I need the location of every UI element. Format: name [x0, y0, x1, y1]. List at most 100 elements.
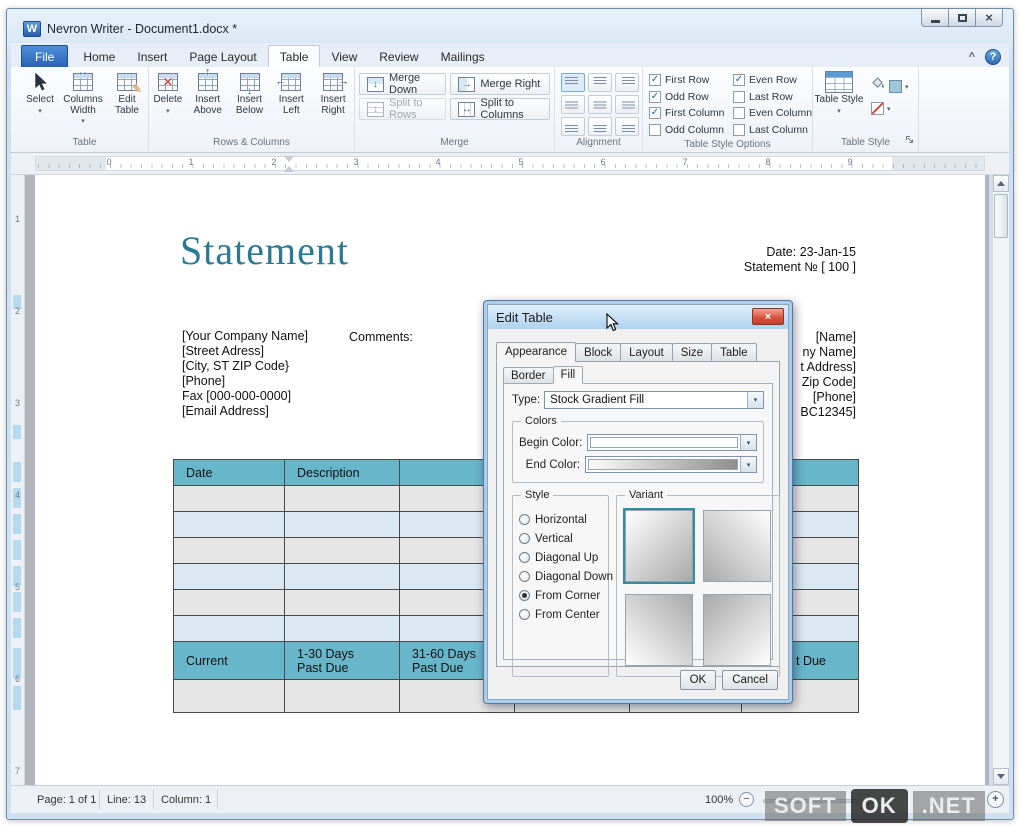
align-middle-center-button[interactable] — [588, 95, 612, 114]
checkbox-first-column[interactable]: ✓ First Column — [649, 105, 729, 122]
close-button[interactable]: × — [975, 9, 1003, 27]
tab-view[interactable]: View — [320, 46, 368, 67]
minimize-icon — [930, 19, 940, 23]
vertical-scrollbar[interactable] — [992, 175, 1009, 785]
ruler-number: 4 — [435, 157, 441, 167]
scrollbar-thumb[interactable] — [994, 194, 1008, 238]
align-middle-right-button[interactable] — [615, 95, 639, 114]
radio-diagonal-up[interactable]: Diagonal Up — [519, 548, 602, 567]
tab-page-layout[interactable]: Page Layout — [178, 46, 267, 67]
cancel-button[interactable]: Cancel — [722, 670, 778, 690]
radio-diagonal-down[interactable]: Diagonal Down — [519, 567, 613, 586]
chevron-down-icon[interactable]: ▾ — [747, 392, 763, 408]
table-style-dialog-launcher[interactable] — [905, 132, 915, 150]
chevron-down-icon[interactable]: ▾ — [740, 457, 756, 472]
align-bottom-left-button[interactable] — [561, 117, 585, 136]
zoom-out-button[interactable]: − — [739, 792, 754, 807]
insert-right-button[interactable]: → Insert Right — [312, 67, 354, 136]
checkbox-icon: ✓ — [649, 107, 661, 120]
vertical-ruler[interactable]: 1 2 3 4 5 6 7 — [11, 175, 25, 785]
no-border-button[interactable]: ▾ — [871, 102, 909, 115]
maximize-button[interactable] — [948, 9, 976, 27]
ribbon-group-merge: ↓ Merge Down → Merge Right ↕ Split to Ro… — [355, 67, 555, 152]
align-bottom-right-button[interactable] — [615, 117, 639, 136]
scroll-up-button[interactable] — [993, 175, 1009, 192]
checkbox-last-column[interactable]: Last Column — [733, 122, 817, 139]
subtab-border[interactable]: Border — [503, 367, 554, 384]
radio-from-center[interactable]: From Center — [519, 605, 602, 624]
dialog-subtab-strip: Border Fill — [503, 366, 584, 384]
variant-swatch-2[interactable] — [703, 510, 771, 582]
dropdown-icon: ▾ — [38, 107, 42, 115]
radio-vertical[interactable]: Vertical — [519, 529, 602, 548]
help-button[interactable]: ? — [985, 49, 1001, 65]
align-bottom-center-button[interactable] — [588, 117, 612, 136]
checkbox-even-row[interactable]: ✓ Even Row — [733, 72, 817, 89]
checkbox-even-column[interactable]: Even Column — [733, 105, 817, 122]
tab-home[interactable]: Home — [72, 46, 126, 67]
radio-horizontal[interactable]: Horizontal — [519, 510, 602, 529]
ruler-number: 1 — [188, 157, 194, 167]
dialog-tab-layout[interactable]: Layout — [620, 343, 673, 362]
dialog-tab-table[interactable]: Table — [711, 343, 757, 362]
variant-swatch-3[interactable] — [625, 594, 693, 666]
checkbox-first-row[interactable]: ✓ First Row — [649, 72, 729, 89]
tab-table[interactable]: Table — [267, 45, 321, 67]
align-top-center-button[interactable] — [588, 73, 612, 92]
table-style-button[interactable]: Table Style ▾ — [813, 67, 865, 136]
titlebar[interactable]: W Nevron Writer - Document1.docx * — [7, 9, 1013, 43]
header-cell-description: Description — [284, 459, 400, 486]
checkbox-last-row[interactable]: Last Row — [733, 89, 817, 106]
dialog-tab-block[interactable]: Block — [575, 343, 622, 362]
insert-left-button[interactable]: ← Insert Left — [270, 67, 312, 136]
select-button[interactable]: Select ▾ — [21, 67, 59, 136]
hanging-indent-marker[interactable] — [284, 161, 294, 172]
insert-below-button[interactable]: ↓ Insert Below — [229, 67, 271, 136]
collapse-ribbon-button[interactable]: ^ — [969, 51, 975, 63]
align-top-right-button[interactable] — [615, 73, 639, 92]
align-middle-right-icon — [622, 101, 635, 108]
edit-table-button[interactable]: ✎ Edit Table — [107, 67, 147, 136]
end-color-select[interactable]: ▾ — [585, 456, 757, 473]
align-top-left-button[interactable] — [561, 73, 585, 92]
chevron-down-icon[interactable]: ▾ — [740, 435, 756, 450]
variant-swatch-4[interactable] — [703, 594, 771, 666]
zoom-in-button[interactable]: + — [987, 791, 1004, 808]
minimize-button[interactable] — [921, 9, 949, 27]
radio-from-corner[interactable]: From Corner — [519, 586, 602, 605]
ribbon-group-rows-columns: ✕ Delete ▾ ↑ Insert Above ↓ Insert Below… — [149, 67, 355, 152]
group-label-alignment: Alignment — [576, 137, 621, 148]
dialog-titlebar[interactable]: Edit Table × — [488, 305, 788, 329]
tab-insert[interactable]: Insert — [126, 46, 178, 67]
delete-button[interactable]: ✕ Delete ▾ — [149, 67, 187, 136]
checkbox-label: Last Column — [749, 123, 808, 136]
tab-file[interactable]: File — [21, 45, 69, 67]
dialog-close-button[interactable]: × — [752, 308, 784, 325]
tab-mailings[interactable]: Mailings — [430, 46, 496, 67]
columns-width-button[interactable]: ↔ Columns Width ▾ — [59, 67, 107, 136]
align-bottom-left-icon — [565, 125, 578, 132]
merge-down-button[interactable]: ↓ Merge Down — [359, 72, 447, 96]
fill-type-select[interactable]: Stock Gradient Fill ▾ — [544, 391, 764, 409]
checkbox-label: Even Row — [749, 74, 797, 87]
begin-color-select[interactable]: ▾ — [587, 434, 757, 451]
scroll-down-button[interactable] — [993, 768, 1009, 785]
split-to-rows-icon: ↕ — [367, 101, 384, 117]
ok-button[interactable]: OK — [679, 670, 717, 690]
delete-table-icon: ✕ — [155, 71, 181, 93]
insert-above-button[interactable]: ↑ Insert Above — [187, 67, 229, 136]
tab-review[interactable]: Review — [368, 46, 429, 67]
variant-swatch-1[interactable] — [623, 508, 695, 584]
split-to-columns-button[interactable]: ↔ Split to Columns — [450, 97, 550, 121]
dialog-tab-appearance[interactable]: Appearance — [496, 342, 577, 362]
watermark: SOFT OK .NET — [765, 787, 985, 825]
watermark-segment: OK — [850, 789, 908, 823]
merge-right-button[interactable]: → Merge Right — [450, 73, 550, 95]
horizontal-ruler[interactable]: 0 1 2 3 4 5 6 7 8 9 — [11, 153, 1009, 175]
fill-color-button[interactable]: ▾ — [871, 76, 909, 96]
dialog-tab-size[interactable]: Size — [671, 343, 713, 362]
subtab-fill[interactable]: Fill — [552, 366, 584, 384]
align-middle-left-button[interactable] — [561, 95, 585, 114]
checkbox-odd-row[interactable]: ✓ Odd Row — [649, 89, 729, 106]
checkbox-odd-column[interactable]: Odd Column — [649, 122, 729, 139]
